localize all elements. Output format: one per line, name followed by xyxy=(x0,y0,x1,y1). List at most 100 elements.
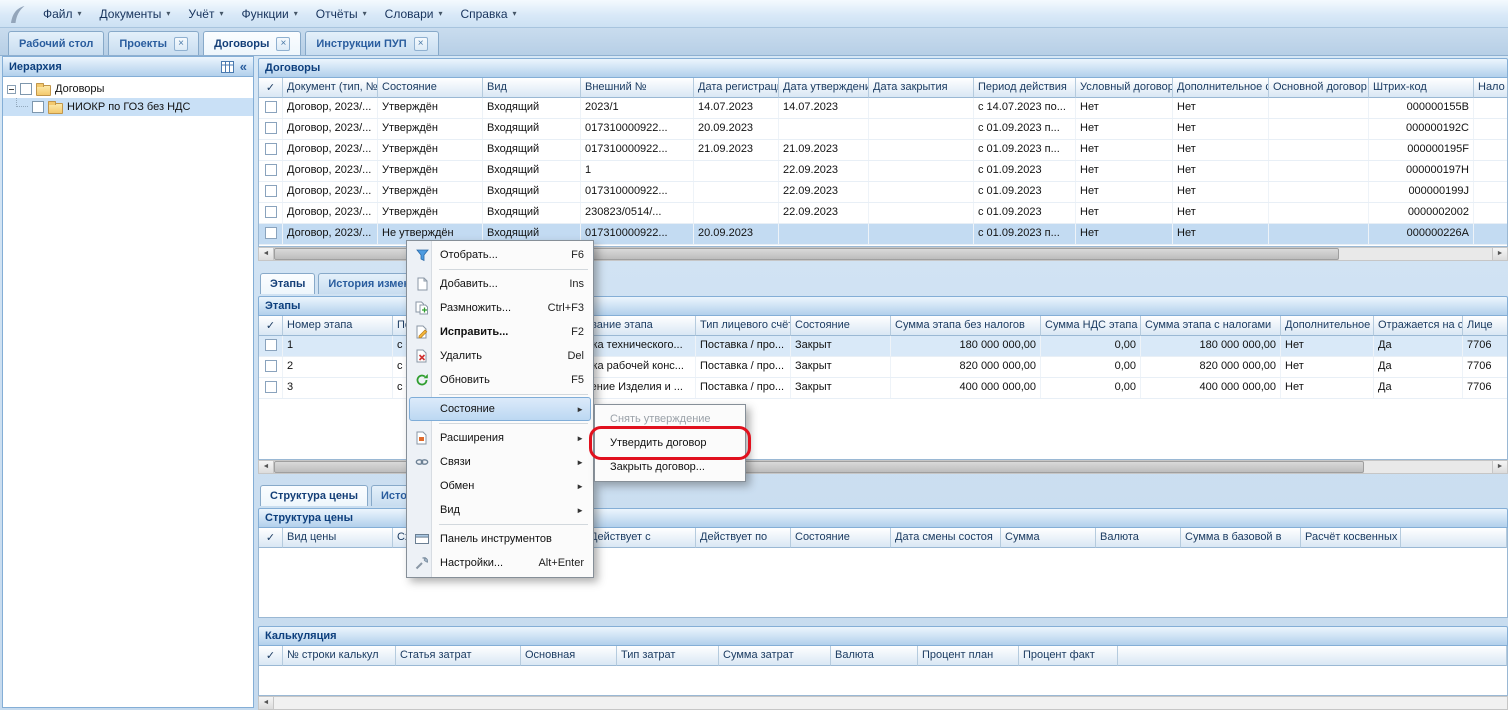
column-header[interactable]: Штрих-код xyxy=(1369,78,1474,98)
scroll-right-icon[interactable]: ► xyxy=(1492,248,1507,260)
column-header[interactable]: Сумма НДС этапа xyxy=(1041,316,1141,336)
column-header[interactable]: Состояние xyxy=(791,528,891,548)
menu-item-duplicate[interactable]: Размножить...Ctrl+F3 xyxy=(409,296,591,320)
column-header[interactable]: Лице xyxy=(1463,316,1508,336)
scroll-left-icon[interactable]: ◄ xyxy=(259,461,274,473)
column-header[interactable]: Состояние xyxy=(378,78,483,98)
menu-item-refresh[interactable]: ОбновитьF5 xyxy=(409,368,591,392)
tree-checkbox[interactable] xyxy=(32,101,44,113)
column-header[interactable]: Вид цены xyxy=(283,528,393,548)
select-all-column-header[interactable]: ✓ xyxy=(259,646,283,666)
row-checkbox[interactable] xyxy=(265,339,277,351)
row-checkbox[interactable] xyxy=(265,227,277,239)
column-header[interactable]: Валюта xyxy=(831,646,918,666)
tree-item-2[interactable]: НИОКР по ГОЗ без НДС xyxy=(3,98,253,116)
select-all-column-header[interactable]: ✓ xyxy=(259,78,283,98)
column-header[interactable]: Сумма этапа без налогов xyxy=(891,316,1041,336)
column-header[interactable]: Номер этапа xyxy=(283,316,393,336)
column-header[interactable]: Дата закрытия xyxy=(869,78,974,98)
menu-item-select[interactable]: Отобрать...F6 xyxy=(409,243,591,267)
menubar-item-2[interactable]: Документы▾ xyxy=(91,2,180,26)
column-header[interactable]: Расчёт косвенных xyxy=(1301,528,1401,548)
table-row-6[interactable]: Договор, 2023/...УтверждёнВходящий230823… xyxy=(259,203,1507,224)
tree-item-1[interactable]: Договоры xyxy=(3,80,253,98)
tab-projects[interactable]: Проекты× xyxy=(108,31,199,55)
column-header[interactable]: Дата смены состоя xyxy=(891,528,1001,548)
menu-item-toolbar[interactable]: Панель инструментов xyxy=(409,527,591,551)
menu-item-settings[interactable]: Настройки...Alt+Enter xyxy=(409,551,591,575)
row-checkbox[interactable] xyxy=(265,360,277,372)
column-header[interactable]: Сумма этапа с налогами xyxy=(1141,316,1281,336)
menubar-item-7[interactable]: Справка▾ xyxy=(451,2,525,26)
table-row-1[interactable]: Договор, 2023/...УтверждёнВходящий2023/1… xyxy=(259,98,1507,119)
tab-pup-instructions[interactable]: Инструкции ПУП× xyxy=(305,31,438,55)
column-header[interactable]: Процент план xyxy=(918,646,1019,666)
column-header[interactable]: Период действия xyxy=(974,78,1076,98)
column-header[interactable]: Действует с xyxy=(586,528,696,548)
table-row-4[interactable]: Договор, 2023/...УтверждёнВходящий122.09… xyxy=(259,161,1507,182)
menubar-item-5[interactable]: Отчёты▾ xyxy=(307,2,376,26)
column-header[interactable]: Статья затрат xyxy=(396,646,521,666)
tab-contracts[interactable]: Договоры× xyxy=(203,31,301,55)
column-header[interactable]: Валюта xyxy=(1096,528,1181,548)
table-row-5[interactable]: Договор, 2023/...УтверждёнВходящий017310… xyxy=(259,182,1507,203)
calculation-hscrollbar[interactable]: ◄ xyxy=(258,696,1508,710)
tree-checkbox[interactable] xyxy=(20,83,32,95)
column-header[interactable]: Нало xyxy=(1474,78,1508,98)
row-checkbox[interactable] xyxy=(265,381,277,393)
menu-item-extensions[interactable]: Расширения► xyxy=(409,426,591,450)
column-header[interactable]: № строки калькул xyxy=(283,646,396,666)
row-checkbox[interactable] xyxy=(265,143,277,155)
column-header[interactable]: Внешний № xyxy=(581,78,694,98)
column-header[interactable]: Сумма затрат xyxy=(719,646,831,666)
column-header[interactable]: Тип затрат xyxy=(617,646,719,666)
menu-item-delete[interactable]: УдалитьDel xyxy=(409,344,591,368)
scroll-left-icon[interactable]: ◄ xyxy=(259,697,274,709)
menu-item-add[interactable]: Добавить...Ins xyxy=(409,272,591,296)
menu-item-edit[interactable]: Исправить...F2 xyxy=(409,320,591,344)
column-header[interactable]: Тип лицевого счёт xyxy=(696,316,791,336)
tab-desktop[interactable]: Рабочий стол xyxy=(8,31,104,55)
select-all-column-header[interactable]: ✓ xyxy=(259,528,283,548)
row-checkbox[interactable] xyxy=(265,122,277,134)
row-checkbox[interactable] xyxy=(265,185,277,197)
menubar-item-4[interactable]: Функции▾ xyxy=(232,2,306,26)
column-header[interactable]: Дата регистрации xyxy=(694,78,779,98)
row-checkbox[interactable] xyxy=(265,164,277,176)
column-header[interactable]: Документ (тип, № xyxy=(283,78,378,98)
scroll-left-icon[interactable]: ◄ xyxy=(259,248,274,260)
menu-item-exchange[interactable]: Обмен► xyxy=(409,474,591,498)
row-checkbox[interactable] xyxy=(265,206,277,218)
row-checkbox[interactable] xyxy=(265,101,277,113)
scroll-right-icon[interactable]: ► xyxy=(1492,461,1507,473)
column-header[interactable]: Вид xyxy=(483,78,581,98)
table-row-3[interactable]: Договор, 2023/...УтверждёнВходящий017310… xyxy=(259,140,1507,161)
menubar-item-1[interactable]: Файл▾ xyxy=(34,2,91,26)
column-header[interactable]: Состояние xyxy=(791,316,891,336)
column-header[interactable]: Отражается на су xyxy=(1374,316,1463,336)
column-header[interactable]: Дополнительное с xyxy=(1173,78,1269,98)
column-header[interactable]: Действует по xyxy=(696,528,791,548)
column-header[interactable]: Основной договор xyxy=(1269,78,1369,98)
column-header[interactable]: Процент факт xyxy=(1019,646,1118,666)
column-header[interactable]: Основная xyxy=(521,646,617,666)
column-header[interactable]: Дополнительное с xyxy=(1281,316,1374,336)
column-header[interactable]: Условный договор xyxy=(1076,78,1173,98)
tab-price-structure[interactable]: Структура цены xyxy=(260,485,368,506)
select-all-column-header[interactable]: ✓ xyxy=(259,316,283,336)
column-header[interactable]: Сумма xyxy=(1001,528,1096,548)
table-row-2[interactable]: Договор, 2023/...УтверждёнВходящий017310… xyxy=(259,119,1507,140)
close-icon[interactable]: × xyxy=(414,37,428,51)
column-header[interactable]: Сумма в базовой в xyxy=(1181,528,1301,548)
collapse-panel-icon[interactable]: « xyxy=(240,62,247,72)
close-icon[interactable]: × xyxy=(276,37,290,51)
menu-item-state[interactable]: Состояние► xyxy=(409,397,591,421)
grid-view-icon[interactable] xyxy=(221,61,234,73)
menu-item-relations[interactable]: Связи► xyxy=(409,450,591,474)
menubar-item-6[interactable]: Словари▾ xyxy=(376,2,452,26)
menu-item-view[interactable]: Вид► xyxy=(409,498,591,522)
tree-expander-icon[interactable] xyxy=(7,85,16,94)
close-icon[interactable]: × xyxy=(174,37,188,51)
tab-stages[interactable]: Этапы xyxy=(260,273,315,294)
menubar-item-3[interactable]: Учёт▾ xyxy=(179,2,232,26)
